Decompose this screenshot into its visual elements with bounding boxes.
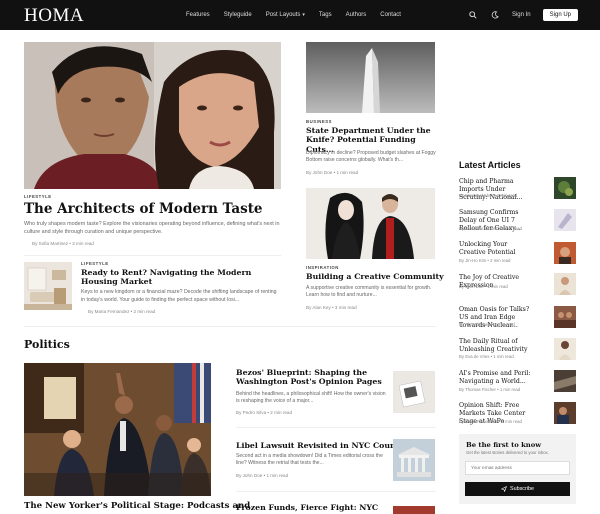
subscribe-button[interactable]: Subscribe bbox=[465, 482, 570, 496]
latest-item-meta: By Thomas Fischer • 1 min read bbox=[459, 387, 521, 392]
hero-tag[interactable]: LIFESTYLE bbox=[24, 194, 52, 199]
latest-item-thumb[interactable] bbox=[554, 209, 576, 231]
mid-post-1-excerpt: Diplomacy in decline? Proposed budget sl… bbox=[306, 150, 436, 164]
moon-icon[interactable] bbox=[490, 10, 500, 20]
hero-title[interactable]: The Architects of Modern Taste bbox=[24, 201, 281, 217]
latest-heading: Latest Articles bbox=[459, 160, 521, 170]
mid-post-2-image[interactable] bbox=[306, 188, 435, 259]
mid-post-2-meta: By Alan Key • 3 min read bbox=[306, 305, 357, 310]
newsletter-subtitle: Get the latest stories delivered to your… bbox=[466, 450, 549, 455]
mid-post-2-title[interactable]: Building a Creative Community bbox=[306, 272, 444, 281]
politics-main-title[interactable]: The New Yorker's Political Stage: Podcas… bbox=[24, 501, 250, 511]
politics-post-3-title[interactable]: Frozen Funds, Fierce Fight: NYC bbox=[236, 503, 396, 512]
politics-post-2-image[interactable] bbox=[393, 439, 435, 481]
side-post-image[interactable] bbox=[24, 262, 72, 310]
nav-actions: Sign In Sign Up bbox=[468, 0, 578, 30]
politics-post-3-image[interactable] bbox=[393, 506, 435, 514]
section-divider bbox=[24, 326, 436, 327]
divider bbox=[236, 427, 436, 428]
search-icon[interactable] bbox=[468, 10, 478, 20]
nav-item-post-layouts[interactable]: Post Layouts ▾ bbox=[266, 12, 305, 18]
latest-item-meta: By Marcus Weber • 1 min read bbox=[459, 193, 518, 198]
politics-main-image[interactable] bbox=[24, 363, 211, 496]
latest-item-meta: By John Doe • 1 min read bbox=[459, 284, 508, 289]
nav-item-authors[interactable]: Authors bbox=[346, 12, 367, 18]
politics-post-1-excerpt: Behind the headlines, a philosophical sh… bbox=[236, 391, 386, 405]
politics-post-2-title[interactable]: Libel Lawsuit Revisited in NYC Court bbox=[236, 441, 398, 450]
side-post-meta: By Maria Fernandez • 2 min read bbox=[88, 309, 156, 314]
latest-item-meta: By Eva de Vries • 1 min read bbox=[459, 354, 514, 359]
mid-post-1-meta: By John Doe • 1 min read bbox=[306, 170, 359, 175]
newsletter-title: Be the first to know bbox=[466, 441, 542, 449]
latest-item-title[interactable]: Unlocking Your Creative Potential bbox=[459, 241, 535, 257]
hero-image[interactable] bbox=[24, 42, 281, 189]
latest-item-thumb[interactable] bbox=[554, 402, 576, 424]
latest-item-meta: By Maria Fernandez • 2 min read bbox=[459, 226, 522, 231]
subscribe-label: Subscribe bbox=[510, 486, 534, 492]
politics-post-1-title[interactable]: Bezos' Blueprint: Shaping the Washington… bbox=[236, 368, 384, 387]
email-input[interactable] bbox=[465, 461, 570, 475]
hero-meta: By Sofia Martinez • 3 min read bbox=[32, 241, 94, 246]
hero-excerpt: Who truly shapes modern taste? Explore t… bbox=[24, 221, 280, 235]
nav-item-styleguide[interactable]: Styleguide bbox=[224, 12, 252, 18]
nav-item-tags[interactable]: Tags bbox=[319, 12, 332, 18]
mid-post-1-image[interactable] bbox=[306, 42, 435, 113]
side-post-excerpt: Keys to a new kingdom or a financial maz… bbox=[81, 289, 277, 303]
politics-post-2-meta: By John Doe • 1 min read bbox=[236, 473, 289, 478]
latest-item-thumb[interactable] bbox=[554, 370, 576, 392]
latest-item-meta: By Ahmed Shaw • 2 min read bbox=[459, 322, 515, 327]
divider bbox=[24, 255, 281, 256]
latest-item-meta: By Maria Fernandez • 1 min read bbox=[459, 419, 522, 424]
mid-post-2-tag[interactable]: INSPIRATION bbox=[306, 265, 339, 270]
mid-post-1-tag[interactable]: BUSINESS bbox=[306, 119, 332, 124]
chevron-down-icon: ▾ bbox=[302, 12, 305, 18]
nav-item-contact[interactable]: Contact bbox=[380, 12, 401, 18]
divider bbox=[236, 491, 436, 492]
send-icon bbox=[501, 486, 507, 492]
side-post-tag[interactable]: LIFESTYLE bbox=[81, 261, 109, 266]
politics-post-1-image[interactable] bbox=[393, 371, 435, 413]
main-menu: Features Styleguide Post Layouts ▾ Tags A… bbox=[186, 0, 415, 30]
latest-item-meta: By Jin-Ho Kim • 2 min read bbox=[459, 258, 511, 263]
newsletter-box: Be the first to know Get the latest stor… bbox=[459, 434, 576, 504]
latest-item-thumb[interactable] bbox=[554, 338, 576, 360]
latest-item-thumb[interactable] bbox=[554, 306, 576, 328]
sign-in-link[interactable]: Sign In bbox=[512, 12, 531, 18]
site-logo[interactable]: HOMA bbox=[24, 5, 84, 27]
mid-post-2-excerpt: A supportive creative community is essen… bbox=[306, 285, 432, 299]
politics-heading[interactable]: Politics bbox=[24, 338, 70, 351]
top-nav: HOMA Features Styleguide Post Layouts ▾ T… bbox=[0, 0, 600, 30]
politics-post-2-excerpt: Second act in a media showdown! Did a Ti… bbox=[236, 453, 383, 467]
latest-item-thumb[interactable] bbox=[554, 273, 576, 295]
sign-up-button[interactable]: Sign Up bbox=[542, 9, 578, 21]
politics-post-1-meta: By Pedro Silva • 2 min read bbox=[236, 410, 292, 415]
latest-item-title[interactable]: AI's Promise and Peril: Navigating a Wor… bbox=[459, 370, 535, 386]
nav-item-features[interactable]: Features bbox=[186, 12, 210, 18]
side-post-title[interactable]: Ready to Rent? Navigating the Modern Hou… bbox=[81, 268, 276, 287]
latest-item-title[interactable]: The Daily Ritual of Unleashing Creativit… bbox=[459, 338, 535, 354]
latest-item-thumb[interactable] bbox=[554, 242, 576, 264]
latest-item-thumb[interactable] bbox=[554, 177, 576, 199]
